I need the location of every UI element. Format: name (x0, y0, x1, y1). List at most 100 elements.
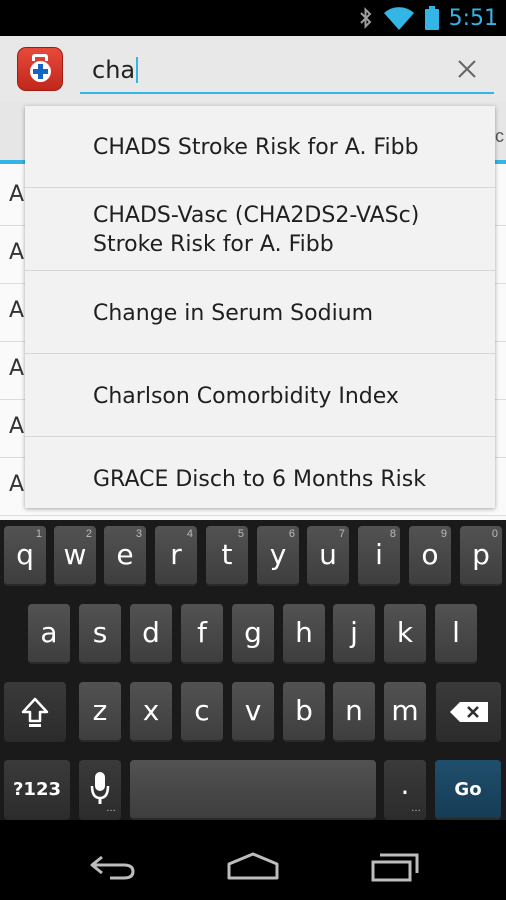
key-label: h (295, 616, 313, 649)
key-label: v (244, 694, 262, 727)
key-label: q (16, 538, 34, 571)
suggestion-label-line2: Stroke Risk for A. Fibb (93, 232, 334, 257)
microphone-icon (90, 772, 110, 804)
key-k[interactable]: k (384, 604, 426, 664)
key-q[interactable]: 1q (4, 526, 46, 586)
key-x[interactable]: x (130, 682, 172, 742)
key-label: s (92, 616, 108, 649)
list-item-label: A (9, 240, 25, 265)
key-label: j (350, 616, 358, 649)
key-label: m (391, 694, 419, 727)
action-bar: cha (0, 36, 506, 102)
medical-kit-icon[interactable] (17, 47, 63, 91)
shift-key[interactable] (4, 682, 66, 742)
search-text-container: cha (92, 56, 139, 84)
battery-icon (424, 6, 439, 30)
status-bar: 5:51 (0, 0, 506, 36)
key-w[interactable]: 2w (54, 526, 96, 586)
key-label: g (244, 616, 262, 649)
suggestion-label: Change in Serum Sodium (93, 301, 374, 326)
key-n[interactable]: n (333, 682, 375, 742)
shift-icon (21, 697, 49, 727)
status-time: 5:51 (448, 5, 498, 31)
list-item-label: A (9, 182, 25, 207)
recent-apps-icon[interactable] (370, 852, 420, 882)
key-s[interactable]: s (79, 604, 121, 664)
key-label: ?123 (12, 779, 61, 800)
more-indicator: … (106, 803, 116, 814)
status-icons: 5:51 (359, 4, 498, 32)
suggestion-item[interactable]: Change in Serum Sodium (25, 271, 495, 354)
go-button[interactable]: Go (435, 760, 501, 820)
key-m[interactable]: m (384, 682, 426, 742)
key-label: w (63, 538, 87, 571)
close-icon[interactable] (454, 56, 480, 82)
more-indicator: … (411, 803, 421, 814)
list-item-label: A (9, 472, 25, 497)
suggestion-item[interactable]: CHADS-Vasc (CHA2DS2-VASc) Stroke Risk fo… (25, 188, 495, 271)
key-c[interactable]: c (181, 682, 223, 742)
tab-fragment: c (495, 126, 504, 146)
key-u[interactable]: 7u (307, 526, 349, 586)
space-key[interactable] (130, 760, 376, 820)
microphone-key[interactable]: … (79, 760, 121, 820)
back-icon[interactable] (88, 854, 136, 880)
suggestion-item[interactable]: Charlson Comorbidity Index (25, 354, 495, 437)
period-key[interactable]: . … (384, 760, 426, 820)
key-l[interactable]: l (435, 604, 477, 664)
suggestion-item[interactable]: GRACE Disch to 6 Months Risk (25, 437, 495, 508)
key-label: o (421, 538, 439, 571)
key-b[interactable]: b (283, 682, 325, 742)
suggestion-dropdown: CHADS Stroke Risk for A. Fibb CHADS-Vasc… (25, 106, 495, 508)
key-label: c (194, 694, 210, 727)
suggestion-item[interactable]: CHADS Stroke Risk for A. Fibb (25, 106, 495, 188)
suggestion-label: GRACE Disch to 6 Months Risk (93, 467, 426, 492)
navigation-bar (0, 820, 506, 900)
key-label: i (375, 538, 383, 571)
wifi-icon (383, 7, 414, 30)
key-label: t (221, 538, 233, 571)
list-item-label: A (9, 414, 25, 439)
suggestion-label: CHADS-Vasc (CHA2DS2-VASc) (93, 203, 420, 228)
backspace-icon (450, 702, 488, 722)
key-label: p (472, 538, 490, 571)
suggestion-label: CHADS Stroke Risk for A. Fibb (93, 135, 419, 160)
backspace-key[interactable] (436, 682, 501, 742)
key-label: u (319, 538, 337, 571)
key-label: z (92, 694, 108, 727)
key-i[interactable]: 8i (358, 526, 400, 586)
symbols-key[interactable]: ?123 (4, 760, 70, 820)
key-label: k (396, 616, 414, 649)
soft-keyboard: 1q 2w 3e 4r 5t 6y 7u 8i 9o 0p a s d f g … (0, 520, 506, 820)
key-label: a (40, 616, 58, 649)
key-label: d (142, 616, 160, 649)
list-item-label: A (9, 356, 25, 381)
key-g[interactable]: g (232, 604, 274, 664)
key-label: y (269, 538, 287, 571)
search-value: cha (92, 56, 136, 84)
key-e[interactable]: 3e (104, 526, 146, 586)
key-z[interactable]: z (79, 682, 121, 742)
key-label: . (400, 768, 410, 801)
key-label: Go (454, 779, 482, 800)
key-r[interactable]: 4r (155, 526, 197, 586)
key-v[interactable]: v (232, 682, 274, 742)
list-item-label: A (9, 298, 25, 323)
search-input[interactable]: cha (80, 48, 494, 94)
key-j[interactable]: j (333, 604, 375, 664)
suggestion-label: Charlson Comorbidity Index (93, 384, 399, 409)
key-h[interactable]: h (283, 604, 325, 664)
key-o[interactable]: 9o (409, 526, 451, 586)
key-label: b (295, 694, 313, 727)
bluetooth-icon (359, 7, 372, 29)
key-label: f (197, 616, 207, 649)
key-p[interactable]: 0p (460, 526, 502, 586)
key-f[interactable]: f (181, 604, 223, 664)
text-cursor (136, 57, 139, 83)
key-t[interactable]: 5t (206, 526, 248, 586)
key-label: e (116, 538, 134, 571)
key-y[interactable]: 6y (257, 526, 299, 586)
key-a[interactable]: a (28, 604, 70, 664)
key-d[interactable]: d (130, 604, 172, 664)
home-icon[interactable] (226, 852, 280, 880)
